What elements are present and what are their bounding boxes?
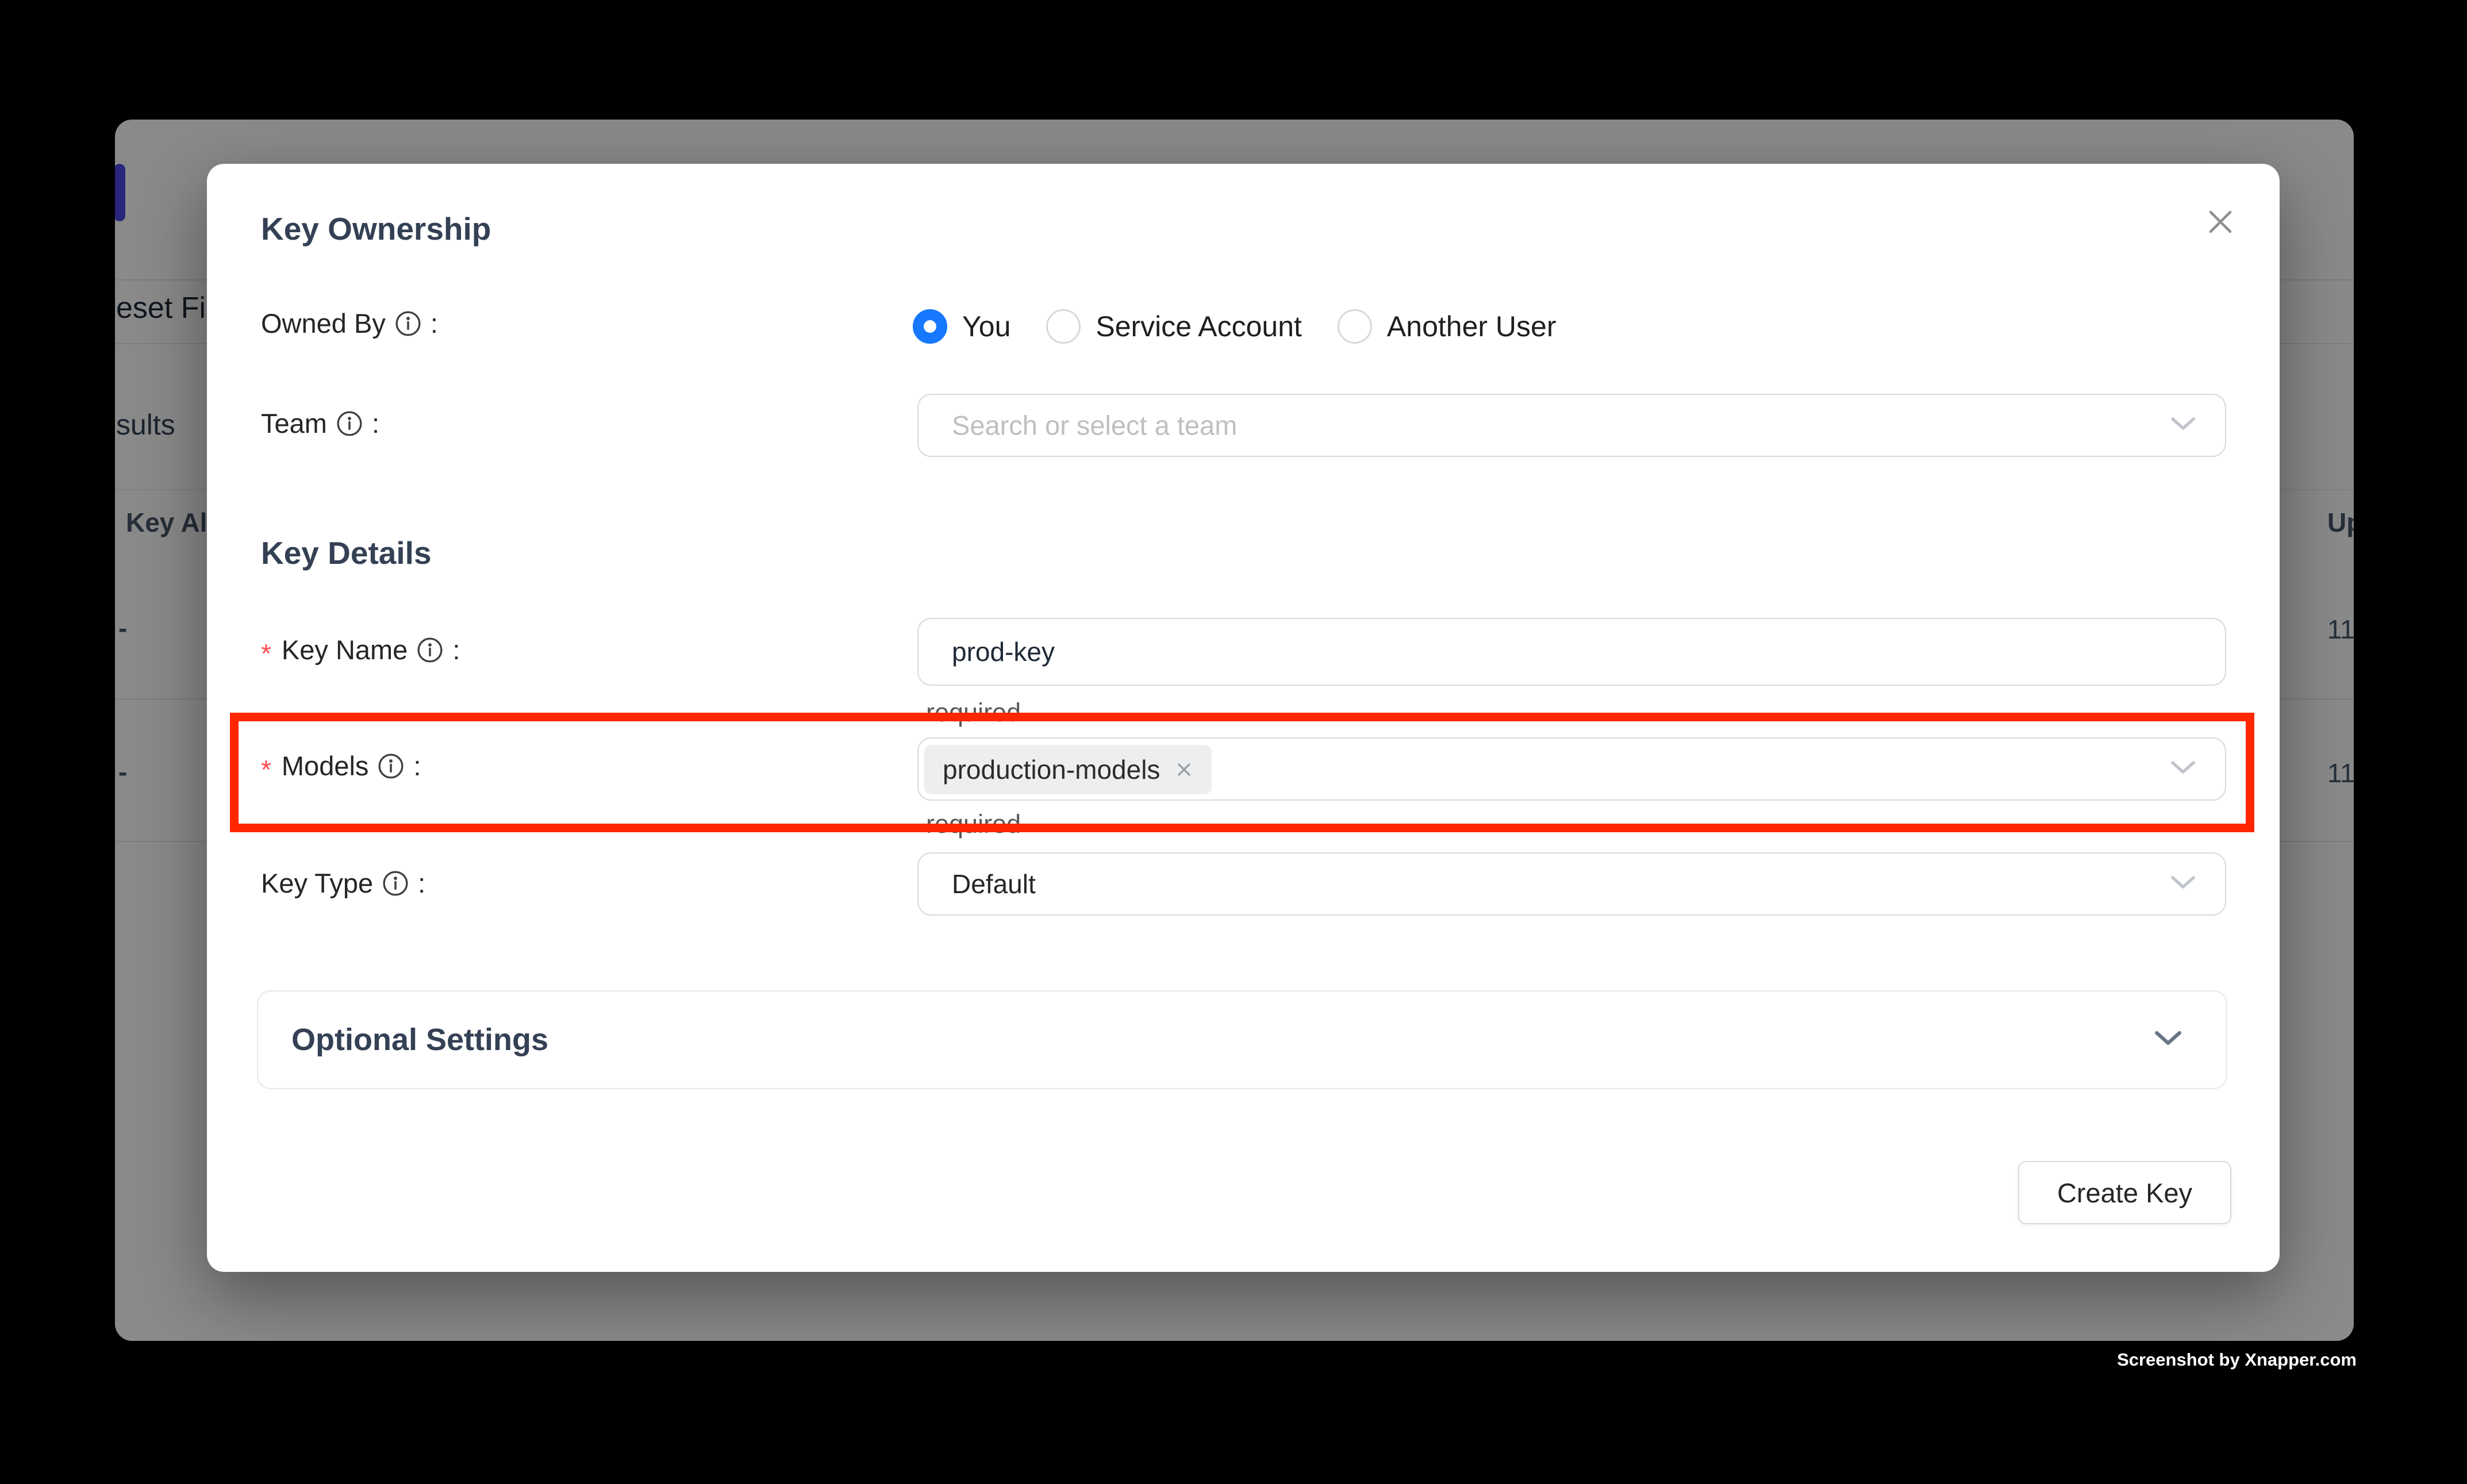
close-button[interactable] [2200,203,2241,243]
create-key-modal: Key Ownership Owned By : [207,164,2280,1272]
key-type-value: Default [952,871,1036,897]
models-select[interactable]: production-models [917,737,2226,801]
owned-by-radio-group: You Service Account Another User [913,307,1557,345]
required-asterisk: * [261,756,271,783]
required-asterisk: * [261,640,271,667]
info-icon [336,410,363,437]
chevron-down-icon [2170,416,2196,435]
optional-settings-toggle[interactable]: Optional Settings [257,990,2227,1089]
team-label: Team : [261,410,379,437]
key-name-validation: required [926,699,1021,725]
radio-selected-icon [913,309,947,344]
create-key-button[interactable]: Create Key [2018,1161,2231,1224]
section-title-key-ownership: Key Ownership [261,213,491,245]
section-title-key-details: Key Details [261,537,432,569]
info-icon [417,637,443,663]
radio-unselected-icon [1046,309,1081,344]
optional-settings-title: Optional Settings [291,1024,548,1055]
radio-option-service-account[interactable]: Service Account [1046,309,1302,344]
owned-by-label: Owned By : [261,310,438,337]
models-validation: required [926,811,1021,837]
models-label: * Models : [261,752,421,779]
key-type-select[interactable]: Default [917,852,2226,916]
info-icon [382,870,409,897]
key-name-input[interactable]: prod-key [917,618,2226,686]
chevron-down-icon [2170,875,2196,894]
radio-unselected-icon [1338,309,1372,344]
chevron-down-icon [2154,1030,2182,1050]
close-icon [2205,207,2235,240]
info-icon [395,310,421,337]
radio-option-another-user[interactable]: Another User [1338,309,1557,344]
chevron-down-icon [2170,760,2196,779]
key-name-label: * Key Name : [261,636,460,663]
team-select-placeholder: Search or select a team [952,412,1237,439]
selected-model-tag: production-models [924,745,1212,794]
key-name-value: prod-key [952,639,1055,665]
team-select[interactable]: Search or select a team [917,394,2226,457]
selected-model-tag-label: production-models [943,756,1160,783]
remove-tag-icon[interactable] [1174,759,1194,780]
key-type-label: Key Type : [261,870,425,897]
screenshot-root: eset Filt sults Key Alia Up - 11/ - 11/ … [0,0,2467,1484]
radio-option-you[interactable]: You [913,309,1010,344]
watermark-text: Screenshot by Xnapper.com [2117,1351,2357,1368]
info-icon [378,753,404,779]
